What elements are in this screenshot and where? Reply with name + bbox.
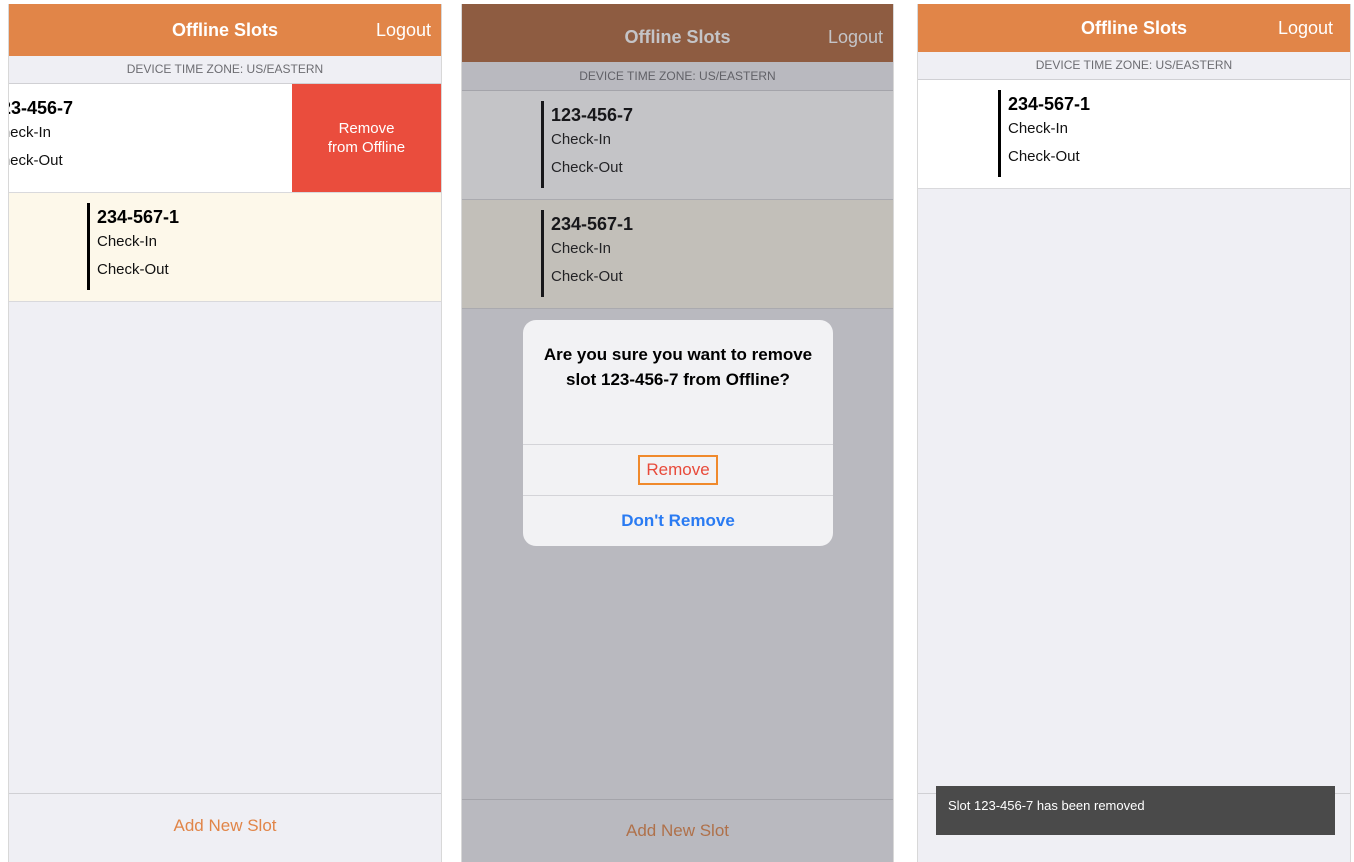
check-in-label: Check-In (1008, 120, 1069, 137)
slot-number: 234-567-1 (97, 207, 180, 227)
slot-info: 234-567-1 Check-In Check-Out (87, 203, 179, 290)
logout-button[interactable]: Logout (376, 4, 431, 56)
slot-row[interactable]: 234-567-1 Check-In Check-Out (918, 80, 1350, 189)
add-new-slot-button[interactable]: Add New Slot (9, 793, 441, 862)
remove-from-offline-label: Remove from Offline (327, 120, 406, 156)
slot-number: 123-456-7 (9, 98, 74, 118)
screen-slot-removed: Offline Slots Logout DEVICE TIME ZONE: U… (917, 4, 1351, 862)
screen-swipe-to-remove: Offline Slots Logout DEVICE TIME ZONE: U… (8, 4, 442, 862)
nav-bar: Offline Slots Logout (918, 4, 1350, 52)
timezone-label: DEVICE TIME ZONE: US/EASTERN (9, 56, 441, 84)
confirm-alert: Are you sure you want to remove slot 123… (523, 320, 833, 546)
alert-message: Are you sure you want to remove slot 123… (543, 345, 813, 389)
remove-from-offline-button[interactable]: Remove from Offline (292, 84, 441, 192)
slot-row[interactable]: 234-567-1 Check-In Check-Out (9, 193, 441, 302)
toast-message: Slot 123-456-7 has been removed (936, 786, 1335, 835)
alert-dont-remove-button[interactable]: Don't Remove (523, 495, 833, 546)
check-out-label: Check-Out (9, 152, 63, 169)
slot-number: 234-567-1 (1008, 94, 1091, 114)
screen-confirm-remove: Offline Slots Logout DEVICE TIME ZONE: U… (461, 4, 894, 862)
check-out-label: Check-Out (97, 261, 169, 278)
check-out-label: Check-Out (1008, 148, 1080, 165)
alert-remove-button[interactable]: Remove (523, 444, 833, 495)
timezone-label: DEVICE TIME ZONE: US/EASTERN (918, 52, 1350, 80)
nav-bar: Offline Slots Logout (9, 4, 441, 56)
check-in-label: Check-In (97, 233, 158, 250)
logout-button[interactable]: Logout (1278, 4, 1333, 52)
slot-row[interactable]: 123-456-7 Check-In Check-Out Remove from… (9, 84, 441, 193)
alert-remove-label: Remove (638, 455, 718, 485)
slot-info: 123-456-7 Check-In Check-Out (9, 94, 73, 181)
slot-info: 234-567-1 Check-In Check-Out (998, 90, 1090, 177)
check-in-label: Check-In (9, 124, 52, 141)
